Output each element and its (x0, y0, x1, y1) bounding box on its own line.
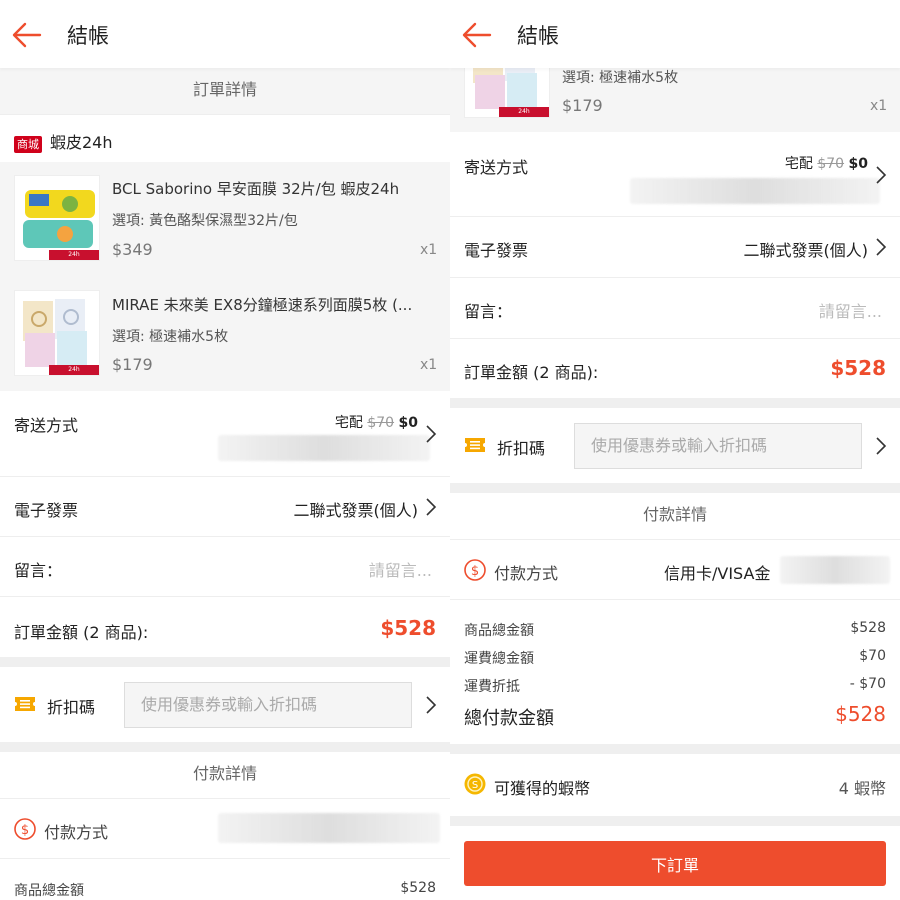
coins-label: 可獲得的蝦幣 (494, 779, 591, 798)
back-arrow-icon[interactable] (10, 18, 44, 52)
order-total-label: 訂單金額 (2 商品): (464, 363, 599, 382)
face-mask-pack-image (23, 190, 95, 248)
order-total-row: 訂單金額 (2 商品): $528 (0, 597, 450, 657)
shipping-label: 寄送方式 (464, 158, 529, 177)
subtotal-value: $528 (400, 880, 436, 896)
shop-name: 蝦皮24h (50, 133, 113, 152)
message-label: 留言： (464, 302, 513, 321)
invoice-label: 電子發票 (464, 241, 529, 260)
message-row[interactable]: 留言： 請留言... (450, 278, 900, 338)
place-order-button[interactable]: 下訂單 (464, 841, 886, 886)
svg-text:$: $ (471, 564, 479, 579)
payment-method-label: 付款方式 (494, 564, 559, 583)
invoice-value: 二聯式發票(個人) (293, 501, 419, 520)
subtotal-label: 商品總金額 (14, 883, 84, 899)
coupon-icon (465, 438, 485, 452)
payment-method-row[interactable]: $ 付款方式 信用卡/VISA金 (450, 540, 900, 599)
page-title: 結帳 (517, 24, 559, 48)
coupon-input[interactable]: 使用優惠券或輸入折扣碼 (124, 682, 412, 728)
checkout-screen-right: 結帳 24h 選項: 極速補水5枚 $179 x1 寄送方式 宅配 $70 $0… (450, 0, 900, 900)
payment-method-value: 信用卡/VISA金 (664, 564, 771, 583)
redacted-payment-method (218, 813, 440, 843)
invoice-row[interactable]: 電子發票 二聯式發票(個人) (0, 477, 450, 536)
product-quantity: x1 (870, 98, 888, 114)
chevron-right-icon (876, 238, 887, 256)
svg-text:S: S (472, 780, 478, 791)
product-name: BCL Saborino 早安面膜 32片/包 蝦皮24h (112, 180, 400, 198)
redacted-address (218, 435, 430, 461)
product-thumbnail: 24h (14, 175, 100, 261)
product-price: $179 (112, 355, 153, 374)
dollar-circle-icon: $ (464, 559, 486, 581)
message-input[interactable]: 請留言... (819, 298, 882, 322)
shipping-fee: 宅配 $70 $0 (784, 156, 868, 172)
chevron-right-icon (426, 498, 437, 516)
product-thumbnail: 24h (14, 290, 100, 376)
checkout-screen-left: 結帳 訂單詳情 商城 蝦皮24h 24h BCL Saborino 早安面膜 32… (0, 0, 450, 900)
page-title: 結帳 (67, 24, 109, 48)
top-bar: 結帳 (0, 0, 450, 68)
coupon-label: 折扣碼 (47, 698, 96, 717)
order-details-header: 訂單詳情 (0, 68, 450, 114)
message-label: 留言： (14, 561, 63, 580)
product-price: $349 (112, 240, 153, 259)
product-option: 選項: 極速補水5枚 (562, 70, 679, 86)
shipping-discount-value: - $70 (849, 676, 886, 692)
chevron-right-icon (876, 437, 887, 455)
payment-summary: 商品總金額 $528 (0, 859, 450, 900)
message-input[interactable]: 請留言... (369, 557, 432, 581)
shop-row: 商城 蝦皮24h (0, 115, 450, 162)
product-option: 選項: 極速補水5枚 (112, 329, 229, 345)
payment-method-row[interactable]: $ 付款方式 (0, 799, 450, 858)
redacted-card (780, 556, 890, 584)
top-bar: 結帳 (450, 0, 900, 68)
product-quantity: x1 (420, 242, 438, 258)
product-price: $179 (562, 96, 603, 115)
invoice-value: 二聯式發票(個人) (743, 241, 869, 260)
coins-row: S 可獲得的蝦幣 4 蝦幣 (450, 754, 900, 816)
shipping-total-label: 運費總金額 (464, 651, 534, 667)
coupon-label: 折扣碼 (497, 439, 546, 458)
payment-details-header: 付款詳情 (450, 493, 900, 539)
chevron-right-icon (876, 166, 887, 184)
coupon-row[interactable]: 折扣碼 使用優惠券或輸入折扣碼 (0, 667, 450, 742)
grand-total-value: $528 (835, 702, 886, 726)
coin-icon: S (464, 773, 486, 795)
message-row[interactable]: 留言： 請留言... (0, 537, 450, 596)
invoice-label: 電子發票 (14, 501, 79, 520)
order-total-value: $528 (380, 616, 436, 640)
payment-details-header: 付款詳情 (0, 752, 450, 798)
mall-badge: 商城 (14, 136, 42, 153)
shipping-label: 寄送方式 (14, 416, 79, 435)
face-mask-box-image (23, 299, 87, 367)
shipping-row[interactable]: 寄送方式 宅配 $70 $0 (450, 132, 900, 216)
subtotal-label: 商品總金額 (464, 623, 534, 639)
coins-value: 4 蝦幣 (838, 779, 886, 798)
product-quantity: x1 (420, 357, 438, 373)
shipping-fee: 宅配 $70 $0 (334, 415, 418, 431)
coupon-input[interactable]: 使用優惠券或輸入折扣碼 (574, 423, 862, 469)
order-total-label: 訂單金額 (2 商品): (14, 623, 149, 642)
coupon-icon (15, 697, 35, 711)
chevron-right-icon (426, 425, 437, 443)
order-total-row: 訂單金額 (2 商品): $528 (450, 339, 900, 398)
coupon-row[interactable]: 折扣碼 使用優惠券或輸入折扣碼 (450, 408, 900, 483)
invoice-row[interactable]: 電子發票 二聯式發票(個人) (450, 217, 900, 277)
subtotal-value: $528 (850, 620, 886, 636)
payment-summary: 商品總金額 $528 運費總金額 $70 運費折抵 - $70 總付款金額 $5… (450, 600, 900, 744)
svg-text:$: $ (21, 823, 29, 838)
redacted-address (630, 178, 880, 204)
grand-total-label: 總付款金額 (464, 708, 554, 729)
chevron-right-icon (426, 696, 437, 714)
shipping-row[interactable]: 寄送方式 宅配 $70 $0 (0, 391, 450, 476)
shipping-discount-label: 運費折抵 (464, 679, 520, 695)
payment-method-label: 付款方式 (44, 823, 109, 842)
shipping-total-value: $70 (859, 648, 886, 664)
product-name: MIRAE 未來美 EX8分鐘極速系列面膜5枚 (... (112, 296, 413, 314)
product-option: 選項: 黃色酪梨保濕型32片/包 (112, 213, 298, 229)
dollar-circle-icon: $ (14, 818, 36, 840)
back-arrow-icon[interactable] (460, 18, 494, 52)
order-total-value: $528 (830, 356, 886, 380)
